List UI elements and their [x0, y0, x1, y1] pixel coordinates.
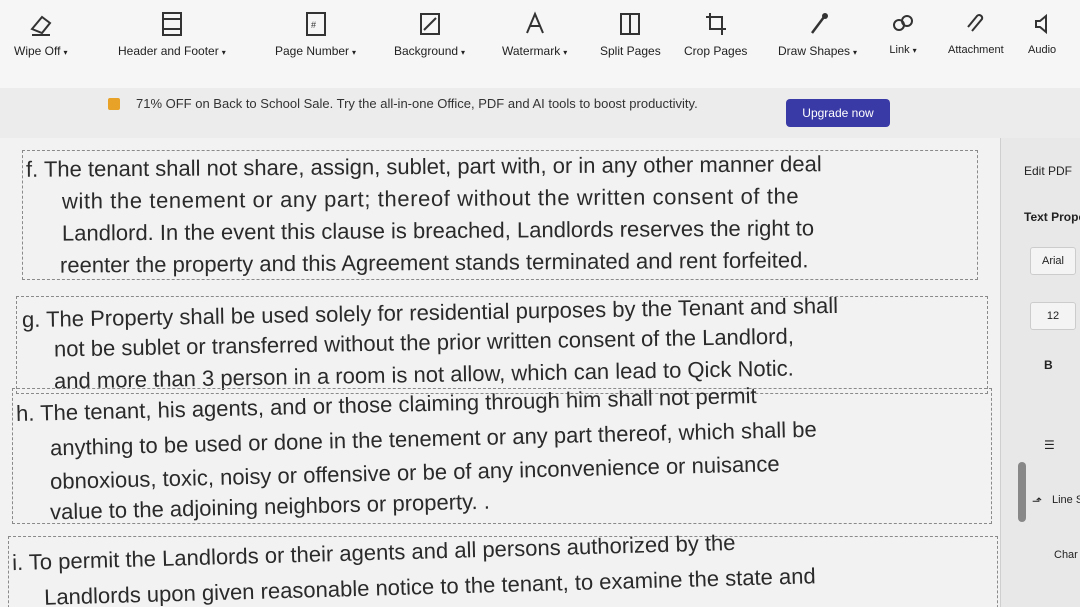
attachment-label: Attachment [948, 44, 1004, 56]
chevron-down-icon: ▾ [563, 48, 568, 57]
link-button[interactable]: Link ▾ [889, 0, 917, 80]
background-button[interactable]: Background ▾ [394, 0, 465, 80]
right-properties-panel [1000, 138, 1080, 607]
wipe-off-button[interactable]: Wipe Off ▾ [14, 0, 67, 80]
chevron-down-icon: ▾ [853, 48, 858, 57]
font-family-select[interactable]: Arial [1030, 247, 1076, 275]
scrollbar-thumb[interactable] [1018, 462, 1026, 522]
text-properties-heading: Text Prope [1024, 210, 1080, 224]
background-label: Background [394, 44, 459, 58]
audio-button[interactable]: Audio [1028, 0, 1056, 80]
draw-shapes-icon [804, 10, 832, 38]
header-footer-label: Header and Footer [118, 44, 219, 58]
sale-tag-icon [108, 98, 120, 110]
crop-pages-button[interactable]: Crop Pages [684, 0, 747, 80]
watermark-label: Watermark [502, 44, 561, 58]
para-f-line-4: reenter the property and this Agreement … [59, 247, 809, 278]
bold-button[interactable]: B [1044, 358, 1053, 372]
draw-shapes-label: Draw Shapes [778, 44, 851, 58]
char-spacing-label: Char [1054, 549, 1078, 561]
page-number-button[interactable]: # Page Number ▾ [275, 0, 356, 80]
font-size-input[interactable]: 12 [1030, 302, 1076, 330]
crop-pages-label: Crop Pages [684, 44, 748, 58]
attachment-button[interactable]: Attachment [948, 0, 1004, 80]
split-pages-button[interactable]: Split Pages [600, 0, 661, 80]
link-label: Link [889, 44, 910, 56]
crop-pages-icon [702, 10, 730, 38]
align-icon[interactable]: ☰ [1044, 438, 1055, 452]
split-pages-label: Split Pages [600, 44, 661, 58]
background-icon [416, 10, 444, 38]
chevron-down-icon: ▾ [352, 48, 357, 57]
header-footer-icon [158, 10, 186, 38]
audio-icon [1028, 10, 1056, 38]
audio-label: Audio [1028, 44, 1057, 56]
chevron-down-icon: ▾ [63, 48, 68, 57]
chevron-down-icon: ▾ [912, 46, 917, 55]
document-page: f. The tenant shall not share, assign, s… [0, 138, 1000, 607]
split-pages-icon [616, 10, 644, 38]
eraser-icon [27, 10, 55, 38]
upgrade-now-button[interactable]: Upgrade now [786, 99, 890, 127]
watermark-button[interactable]: Watermark ▾ [502, 0, 567, 80]
wipe-off-label: Wipe Off [14, 44, 61, 58]
line-spacing-label: Line S [1052, 494, 1080, 506]
svg-text:#: # [311, 20, 316, 30]
page-number-icon: # [302, 10, 330, 38]
promo-text: 71% OFF on Back to School Sale. Try the … [136, 96, 698, 111]
chevron-down-icon: ▾ [461, 48, 466, 57]
line-spacing-icon: ⬏ [1032, 494, 1043, 508]
toolbar: Wipe Off ▾ Header and Footer ▾ # Page Numb… [0, 0, 1080, 89]
edit-pdf-tab[interactable]: Edit PDF [1024, 164, 1072, 178]
link-icon [889, 10, 917, 38]
watermark-icon [521, 10, 549, 38]
draw-shapes-button[interactable]: Draw Shapes ▾ [778, 0, 857, 80]
attachment-icon [962, 10, 990, 38]
chevron-down-icon: ▾ [221, 48, 226, 57]
page-number-label: Page Number [275, 44, 350, 58]
header-footer-button[interactable]: Header and Footer ▾ [118, 0, 226, 80]
